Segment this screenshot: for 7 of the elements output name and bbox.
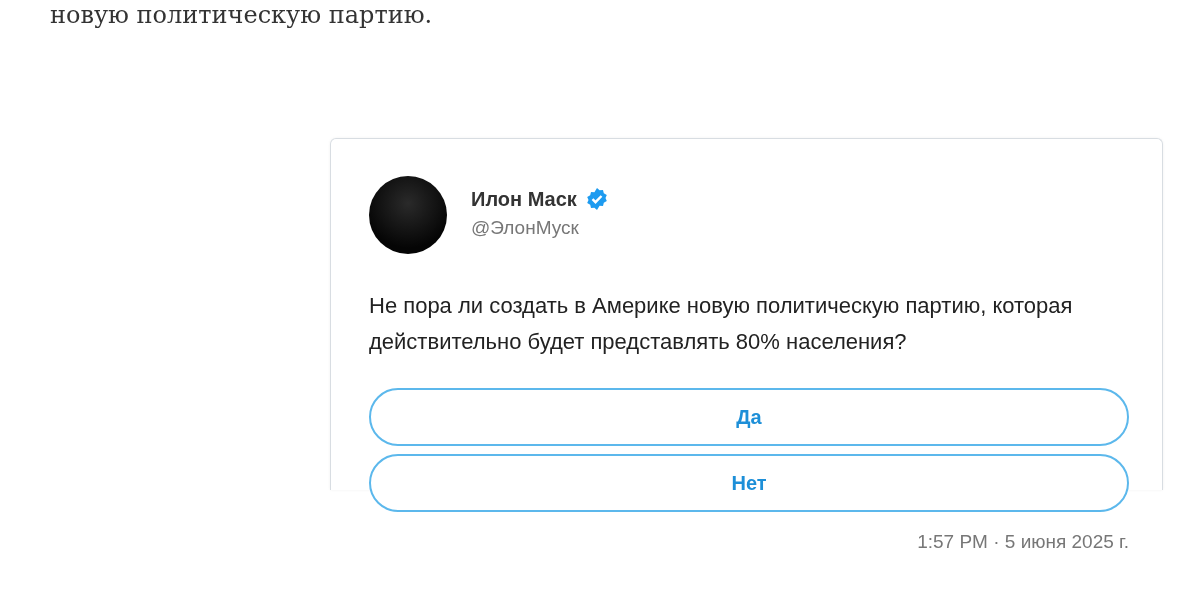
poll-option[interactable]: Да — [369, 388, 1129, 446]
author-handle[interactable]: @ЭлонМуск — [471, 214, 609, 243]
tweet-text: Не пора ли создать в Америке новую политическую партию, которая действительно будет представлять 80% населения? — [369, 292, 1074, 356]
poll-option[interactable]: Нет — [369, 454, 1129, 512]
article-text: новую политическую партию. — [50, 0, 434, 30]
author-name[interactable]: Илон Маск — [471, 184, 577, 214]
tweet-timestamp[interactable]: 1:57 PM · 5 июня 2025 г. — [369, 528, 1129, 557]
